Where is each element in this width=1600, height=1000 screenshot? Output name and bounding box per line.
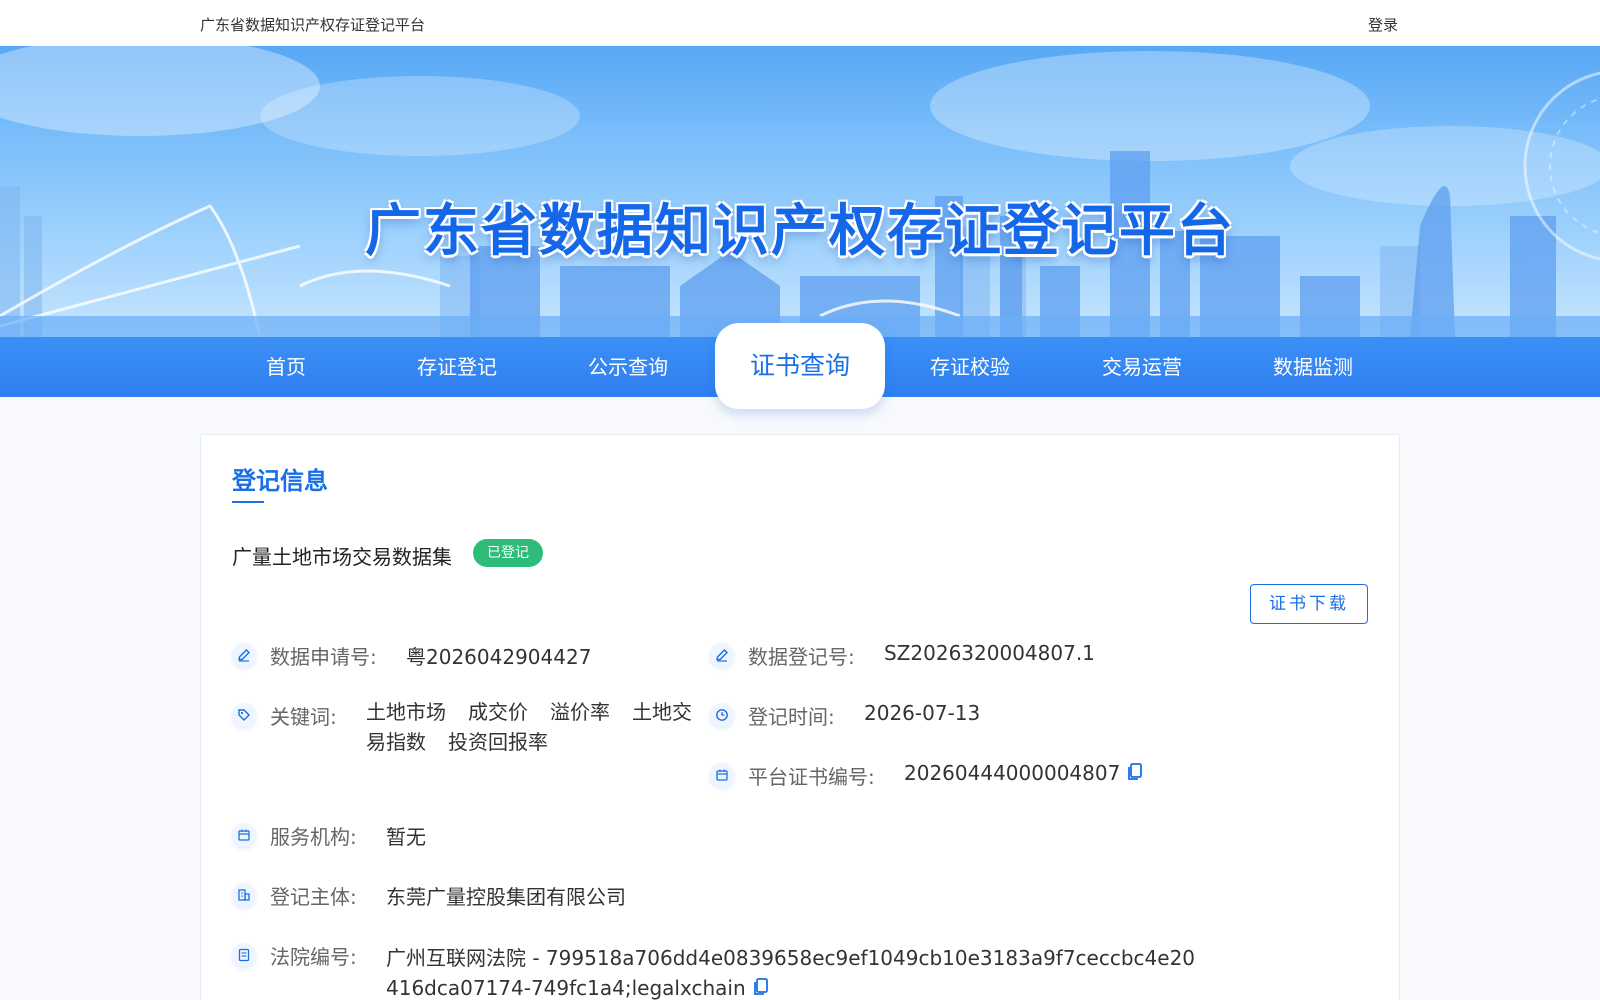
nav-item-trading[interactable]: 交易运营 bbox=[1077, 337, 1207, 397]
calendar-icon bbox=[232, 823, 256, 847]
application-no-label: 数据申请号: bbox=[270, 645, 377, 669]
court-no-label: 法院编号: bbox=[270, 945, 357, 969]
copy-icon[interactable] bbox=[752, 975, 770, 1000]
register-no-label: 数据登记号: bbox=[748, 645, 855, 669]
status-badge: 已登记 bbox=[473, 539, 543, 567]
cert-no-label: 平台证书编号: bbox=[748, 765, 875, 789]
keywords-label: 关键词: bbox=[270, 705, 337, 729]
login-link[interactable]: 登录 bbox=[1368, 14, 1398, 35]
keyword-tag: 溢价率 bbox=[550, 700, 610, 724]
keyword-tag: 投资回报率 bbox=[448, 730, 548, 754]
register-no-value: SZ2026320004807.1 bbox=[884, 641, 1095, 665]
building-icon bbox=[232, 883, 256, 907]
section-title: 登记信息 bbox=[232, 467, 328, 495]
register-time-value: 2026-07-13 bbox=[864, 701, 981, 725]
registration-info-card: 登记信息 广量土地市场交易数据集 已登记 证书下载 数据申请号: 粤202604… bbox=[200, 434, 1400, 1000]
calendar-icon bbox=[710, 763, 734, 787]
service-org-label: 服务机构: bbox=[270, 825, 357, 849]
nav-item-monitoring[interactable]: 数据监测 bbox=[1248, 337, 1378, 397]
tag-icon bbox=[232, 703, 256, 727]
nav-item-register[interactable]: 存证登记 bbox=[392, 337, 522, 397]
keyword-tag: 土地市场 bbox=[366, 700, 446, 724]
subject-value: 东莞广量控股集团有限公司 bbox=[386, 885, 626, 909]
register-time-label: 登记时间: bbox=[748, 705, 835, 729]
cert-no-value: 20260444000004807 bbox=[904, 761, 1144, 787]
site-name: 广东省数据知识产权存证登记平台 bbox=[200, 16, 426, 34]
section-underline bbox=[232, 501, 264, 503]
court-name: 广州互联网法院 bbox=[386, 946, 526, 970]
banner-title: 广东省数据知识产权存证登记平台 bbox=[365, 199, 1235, 264]
hero-banner: 广东省数据知识产权存证登记平台 bbox=[0, 46, 1600, 337]
edit-icon bbox=[710, 643, 734, 667]
main-nav: 首页 存证登记 公示查询 证书查询 存证校验 交易运营 数据监测 bbox=[0, 323, 1600, 409]
edit-icon bbox=[232, 643, 256, 667]
keywords-list: 土地市场 成交价 溢价率 土地交易指数 投资回报率 bbox=[366, 697, 706, 757]
application-no-value: 粤2026042904427 bbox=[406, 645, 592, 669]
keyword-tag: 成交价 bbox=[468, 700, 528, 724]
document-icon bbox=[232, 943, 256, 967]
top-bar: 广东省数据知识产权存证登记平台 登录 bbox=[0, 0, 1600, 46]
service-org-value: 暂无 bbox=[386, 825, 426, 849]
clock-icon bbox=[710, 703, 734, 727]
court-no-value: 广州互联网法院 - 799518a706dd4e0839658ec9ef1049… bbox=[386, 943, 1206, 1000]
subject-label: 登记主体: bbox=[270, 885, 357, 909]
cert-no-text: 20260444000004807 bbox=[904, 761, 1121, 785]
nav-item-verify[interactable]: 存证校验 bbox=[905, 337, 1035, 397]
certificate-download-button[interactable]: 证书下载 bbox=[1250, 584, 1368, 624]
copy-icon[interactable] bbox=[1126, 762, 1144, 787]
dataset-name: 广量土地市场交易数据集 bbox=[232, 545, 452, 569]
nav-item-public-query[interactable]: 公示查询 bbox=[563, 337, 693, 397]
nav-item-certificate-query[interactable]: 证书查询 bbox=[715, 323, 885, 409]
nav-item-home[interactable]: 首页 bbox=[221, 337, 351, 397]
